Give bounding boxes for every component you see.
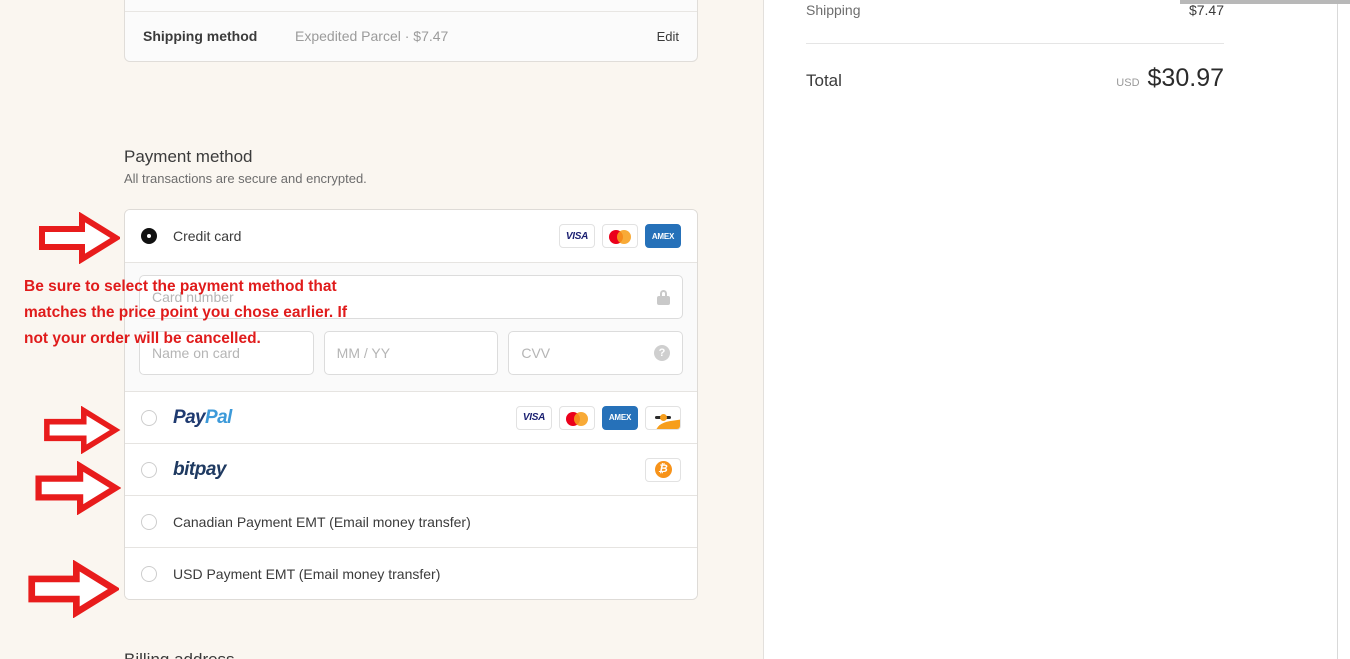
arrow-usd-emt-icon [28, 560, 119, 618]
bitcoin-icon: ₿ [645, 457, 681, 482]
summary-total-row: Total USD $30.97 [806, 64, 1224, 93]
radio-usd-emt[interactable] [141, 565, 157, 582]
card-cvv-placeholder: CVV [521, 345, 551, 361]
card-cvv-field[interactable]: CVV ? [508, 331, 684, 375]
payment-methods-panel: Credit card VISA AMEX Card number Name o… [124, 209, 698, 600]
payment-option-usd-emt[interactable]: USD Payment EMT (Email money transfer) [125, 547, 697, 599]
shipping-method-row: Shipping method Expedited Parcel · $7.47… [125, 11, 697, 61]
shipping-summary-card: Shipping address PO Box 166 Naughton Pos… [124, 0, 698, 62]
visa-icon-label: VISA [522, 412, 546, 423]
visa-icon: VISA [516, 405, 552, 430]
mastercard-icon [559, 405, 595, 430]
summary-currency-code: USD [1116, 77, 1140, 89]
payment-option-canadian-emt-label: Canadian Payment EMT (Email money transf… [173, 513, 471, 530]
shipping-address-row: Shipping address PO Box 166 Naughton Pos… [125, 0, 697, 11]
payment-option-bitpay[interactable]: bitpay ₿ [125, 443, 697, 495]
amex-icon-label: AMEX [608, 413, 632, 422]
radio-credit-card[interactable] [141, 228, 157, 244]
payment-option-paypal[interactable]: PayPal VISA AMEX [125, 391, 697, 443]
checkout-page: Shipping address PO Box 166 Naughton Pos… [0, 0, 1350, 659]
payment-option-credit-card-label: Credit card [173, 228, 242, 244]
bitpay-badges: ₿ [645, 457, 681, 482]
summary-shipping-row: Shipping $7.47 [806, 2, 1224, 18]
edit-shipping-method-link[interactable]: Edit [657, 27, 679, 46]
annotation-text: Be sure to select the payment method tha… [24, 278, 348, 347]
arrow-bitpay-icon [35, 461, 121, 515]
summary-divider [806, 43, 1224, 44]
arrow-credit-card-icon [39, 212, 120, 264]
lock-icon [657, 289, 670, 305]
paypal-badges: VISA AMEX [516, 405, 681, 430]
payment-method-heading: Payment method [124, 147, 253, 166]
payment-option-canadian-emt[interactable]: Canadian Payment EMT (Email money transf… [125, 495, 697, 547]
shipping-method-value: Expedited Parcel · $7.47 [295, 28, 449, 44]
bitpay-logo: bitpay [173, 458, 226, 480]
radio-paypal[interactable] [141, 409, 157, 426]
payment-option-credit-card[interactable]: Credit card VISA AMEX [125, 210, 697, 262]
shipping-method-label: Shipping method [143, 28, 258, 44]
summary-shipping-label: Shipping [806, 2, 861, 18]
amex-icon: AMEX [602, 405, 638, 430]
page-right-edge [1337, 0, 1338, 659]
payment-option-usd-emt-label: USD Payment EMT (Email money transfer) [173, 565, 441, 582]
summary-shipping-value: $7.47 [1188, 2, 1224, 18]
amex-icon-label: AMEX [651, 231, 675, 241]
help-icon[interactable]: ? [654, 345, 671, 361]
summary-total-value: $30.97 [1147, 64, 1224, 92]
paypal-logo: PayPal [173, 406, 232, 428]
discover-icon [645, 405, 681, 430]
radio-canadian-emt[interactable] [141, 513, 157, 530]
mastercard-icon [602, 224, 638, 248]
visa-icon-label: VISA [565, 230, 589, 242]
order-summary-column [764, 0, 1337, 659]
radio-bitpay[interactable] [141, 461, 157, 478]
billing-address-heading: Billing address [124, 648, 524, 659]
bitcoin-icon-glyph: ₿ [658, 463, 668, 475]
summary-total-label: Total [806, 71, 842, 90]
amex-icon: AMEX [645, 224, 681, 248]
payment-method-subheading: All transactions are secure and encrypte… [124, 171, 367, 186]
credit-card-badges: VISA AMEX [559, 224, 681, 248]
visa-icon: VISA [559, 224, 595, 248]
arrow-paypal-icon [44, 406, 121, 454]
